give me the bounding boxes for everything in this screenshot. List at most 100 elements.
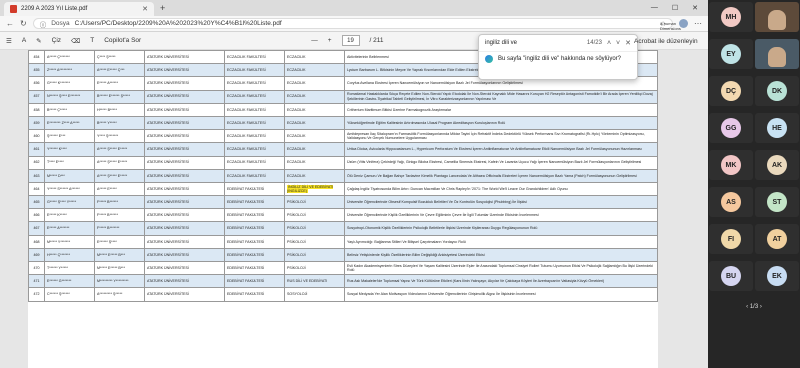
pdf-icon: [10, 5, 17, 13]
participant-tile[interactable]: [755, 2, 799, 32]
table-cell-dep: ECZACILIK: [284, 115, 345, 131]
chevron-down-icon[interactable]: ˅: [616, 40, 620, 47]
find-close-icon[interactable]: ✕: [625, 39, 631, 47]
table-cell-n: 457: [28, 89, 45, 104]
table-cell-name: E******** Z**** A*****: [44, 115, 95, 131]
table-cell-sup: H***** B*****: [94, 102, 145, 117]
participant-tile[interactable]: GG: [709, 113, 753, 143]
copilot-button[interactable]: Copilot'a Sor: [104, 37, 141, 44]
table-cell-uni: ATATÜRK ÜNİVERSİTESİ: [144, 181, 225, 197]
table-cell-fac: EDEBİYAT FAKÜLTESİ: [224, 234, 285, 249]
table-cell-uni: ATATÜRK ÜNİVERSİTESİ: [144, 155, 225, 170]
table-row: 461 Y****** K**** A***** Ş***** E***** ATAT…: [28, 142, 658, 157]
erase-icon[interactable]: ⌫: [71, 37, 80, 45]
participant-avatar: MH: [721, 7, 741, 27]
table-cell-n: 469: [28, 247, 45, 263]
table-cell-n: 460: [28, 129, 45, 144]
table-cell-fac: ECZACILIK FAKÜLTESİ: [224, 115, 285, 131]
participant-tile[interactable]: EY: [709, 39, 753, 69]
participant-tile[interactable]: [755, 39, 799, 69]
page-indicator: 1/3: [749, 304, 759, 310]
table-cell-dep: PSİKOLOJİ: [284, 208, 345, 223]
menu-icon[interactable]: ⋯: [694, 19, 702, 28]
zoom-in-icon[interactable]: +: [328, 37, 332, 44]
tab-pdf[interactable]: 2209 A 2023 Yıl Liste.pdf ✕: [4, 2, 154, 16]
participant-avatar: BU: [721, 266, 741, 286]
table-cell-sup: Y**** Ş*******: [94, 129, 145, 144]
table-cell-uni: ATATÜRK ÜNİVERSİTESİ: [144, 50, 225, 65]
page-number-input[interactable]: 19: [341, 35, 360, 46]
table-cell-dep: ECZACILIK: [284, 76, 345, 91]
maximize-icon[interactable]: ☐: [672, 4, 678, 12]
participants-panel: MH EY DÇ DK GG HE MK AK AS ST FI AT BU EK: [708, 0, 800, 368]
participants-pager: ‹ 1/3 ›: [708, 304, 800, 310]
participant-avatar: EY: [721, 44, 741, 64]
table-cell-name: M***** D***: [44, 168, 95, 183]
draw-button[interactable]: Çiz: [52, 37, 61, 44]
table-cell-title: Sosyal Medyada Yer Alan Motivasyon Video…: [344, 287, 658, 302]
table-cell-uni: ATATÜRK ÜNİVERSİTESİ: [144, 195, 225, 210]
table-cell-uni: ATATÜRK ÜNİVERSİTESİ: [144, 274, 225, 289]
chevron-left-icon[interactable]: ‹: [746, 304, 748, 310]
table-cell-dep: PSİKOLOJİ: [284, 234, 345, 249]
table-row: 472 C****** Ş****** A********* Ş***** ATATÜ…: [28, 287, 658, 302]
participant-tile[interactable]: FI: [709, 224, 753, 254]
table-cell-sup: M***** E***** B***: [94, 260, 145, 276]
table-cell-n: 454: [28, 50, 45, 65]
participant-tile[interactable]: DÇ: [709, 76, 753, 106]
table-cell-title: Critherium Maritimum Bitkisi Üzerine Far…: [344, 102, 658, 117]
table-cell-title: Belirsiz Yetişkinlerde Kişilik Özellikle…: [344, 247, 658, 263]
refresh-icon[interactable]: ↻: [20, 19, 27, 28]
table-cell-name: Z***** A*********: [44, 63, 95, 78]
table-cell-n: 463: [28, 168, 45, 183]
url-field[interactable]: ⓘ Dosya C:/Users/PC/Desktop/2209%20A%202…: [32, 18, 673, 29]
table-cell-dep: ECZACILIK: [284, 155, 345, 170]
table-cell-uni: ATATÜRK ÜNİVERSİTESİ: [144, 287, 225, 302]
participant-tile[interactable]: ST: [755, 187, 799, 217]
list-icon[interactable]: ☰: [6, 37, 12, 45]
participant-tile[interactable]: AK: [755, 150, 799, 180]
table-cell-fac: EDEBİYAT FAKÜLTESİ: [224, 274, 285, 289]
table-cell-uni: ATATÜRK ÜNİVERSİTESİ: [144, 221, 225, 236]
find-popup: ingiliz dili ve 14/23 ˄ ˅ ✕ Bu sayfa "in…: [478, 34, 638, 80]
tab-title: 2209 A 2023 Yıl Liste.pdf: [21, 6, 88, 12]
window-close-icon[interactable]: ✕: [692, 4, 698, 12]
find-input[interactable]: ingiliz dili ve: [485, 40, 517, 46]
participant-tile[interactable]: EK: [755, 261, 799, 291]
table-cell-name: M***** Y*******: [44, 234, 95, 249]
table-cell-dep: PSİKOLOJİ: [284, 221, 345, 236]
participant-tile[interactable]: BU: [709, 261, 753, 291]
chevron-up-icon[interactable]: ˄: [607, 40, 611, 47]
table-cell-dep: PSİKOLOJİ: [284, 247, 345, 263]
table-cell-n: 466: [28, 208, 45, 223]
copilot-prompt: Bu sayfa "ingiliz dili ve" hakkında ne s…: [498, 55, 621, 62]
new-tab-button[interactable]: +: [160, 3, 165, 13]
pdf-viewport[interactable]: 454 A***** Ç******* Ç**** Ş***** ATATÜRK ÜN…: [0, 50, 708, 368]
highlight-icon[interactable]: ✎: [36, 37, 41, 45]
acrobat-edit-button[interactable]: Acrobat ile düzenleyin: [634, 38, 698, 45]
zoom-out-icon[interactable]: —: [311, 37, 318, 44]
cut-off-line: Dimensions: [660, 25, 681, 31]
participant-tile[interactable]: AS: [709, 187, 753, 217]
table-cell-sup: M********* Y*********: [94, 274, 145, 289]
back-icon[interactable]: ←: [6, 19, 14, 28]
table-cell-name: Ş****** E***: [44, 129, 95, 144]
table-cell-uni: ATATÜRK ÜNİVERSİTESİ: [144, 260, 225, 276]
table-cell-sup: F***** B******: [94, 208, 145, 223]
cut-off-text: & human Dimensions: [660, 21, 681, 31]
text-icon[interactable]: T: [90, 37, 94, 44]
participant-tile[interactable]: DK: [755, 76, 799, 106]
participant-tile[interactable]: AT: [755, 224, 799, 254]
copilot-suggestion[interactable]: Bu sayfa "ingiliz dili ve" hakkında ne s…: [479, 51, 637, 65]
participant-tile[interactable]: HE: [755, 113, 799, 143]
participant-video: [768, 10, 786, 30]
participant-tile[interactable]: MK: [709, 150, 753, 180]
minimize-icon[interactable]: —: [651, 4, 658, 12]
participant-tile[interactable]: MH: [709, 2, 753, 32]
close-icon[interactable]: ✕: [142, 5, 148, 13]
copilot-icon: [485, 54, 493, 63]
table-cell-uni: ATATÜRK ÜNİVERSİTESİ: [144, 115, 225, 131]
chevron-right-icon[interactable]: ›: [760, 304, 762, 310]
table-cell-dep: RUS DİLİ VE EDEBİYATI: [284, 274, 345, 289]
read-aloud-icon[interactable]: A: [22, 37, 26, 44]
